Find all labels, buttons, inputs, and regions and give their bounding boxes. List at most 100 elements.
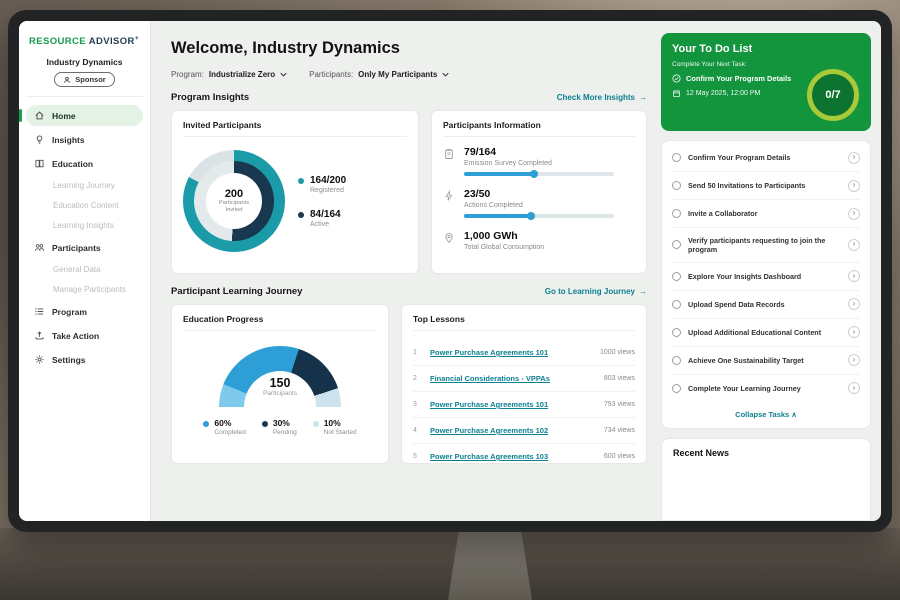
task-label: Achieve One Sustainability Target bbox=[688, 356, 841, 365]
consumption-row: 1,000 GWh Total Global Consumption bbox=[443, 230, 635, 256]
legend-value: 10% bbox=[324, 418, 357, 428]
info-label: Actions Completed bbox=[464, 202, 614, 209]
link-label: Check More Insights bbox=[557, 93, 635, 102]
legend-dot-navy bbox=[298, 212, 304, 218]
task-row[interactable]: Confirm Your Program Details › bbox=[672, 144, 860, 172]
sidebar-item-education-content[interactable]: Education Content bbox=[26, 197, 143, 214]
task-checkbox[interactable] bbox=[672, 153, 681, 162]
chevron-right-icon[interactable]: › bbox=[848, 382, 860, 394]
lesson-row: 5 Power Purchase Agreements 103 600 view… bbox=[413, 444, 635, 469]
next-task-row[interactable]: Confirm Your Program Details bbox=[672, 74, 804, 83]
collapse-tasks-link[interactable]: Collapse Tasks ∧ bbox=[672, 402, 860, 422]
todo-progress-ring: 0/7 bbox=[807, 69, 859, 121]
task-row[interactable]: Upload Spend Data Records › bbox=[672, 291, 860, 319]
task-row[interactable]: Verify participants requesting to join t… bbox=[672, 228, 860, 263]
todo-task-list: Confirm Your Program Details › Send 50 I… bbox=[661, 140, 871, 429]
sidebar-item-label: Education bbox=[52, 159, 93, 169]
lesson-link[interactable]: Power Purchase Agreements 101 bbox=[430, 348, 591, 357]
info-value: 79/164 bbox=[464, 146, 614, 158]
sidebar-item-program[interactable]: Program bbox=[26, 301, 143, 322]
card-title: Top Lessons bbox=[413, 314, 635, 331]
task-checkbox[interactable] bbox=[672, 384, 681, 393]
todo-subtitle: Complete Your Next Task: bbox=[672, 61, 860, 68]
sidebar-item-learning-journey[interactable]: Learning Journey bbox=[26, 177, 143, 194]
arrow-right-icon: → bbox=[639, 287, 647, 296]
legend-value: 30% bbox=[273, 418, 297, 428]
task-label: Send 50 Invitations to Participants bbox=[688, 181, 841, 190]
chevron-down-icon bbox=[280, 70, 287, 79]
task-checkbox[interactable] bbox=[672, 356, 681, 365]
lesson-row: 4 Power Purchase Agreements 102 734 view… bbox=[413, 418, 635, 444]
task-checkbox[interactable] bbox=[672, 181, 681, 190]
page-title: Welcome, Industry Dynamics bbox=[171, 39, 647, 58]
info-label: Total Global Consumption bbox=[464, 244, 544, 251]
monitor-frame: RESOURCE ADVISOR+ Industry Dynamics Spon… bbox=[8, 10, 892, 532]
lightbulb-icon bbox=[34, 134, 45, 145]
sidebar-item-label: Insights bbox=[52, 135, 85, 145]
task-label: Verify participants requesting to join t… bbox=[688, 236, 841, 255]
sidebar-item-learning-insights[interactable]: Learning Insights bbox=[26, 217, 143, 234]
go-to-learning-journey-link[interactable]: Go to Learning Journey → bbox=[545, 287, 647, 296]
chevron-right-icon[interactable]: › bbox=[848, 180, 860, 192]
lesson-link[interactable]: Financial Considerations - VPPAs bbox=[430, 374, 595, 383]
chevron-right-icon[interactable]: › bbox=[848, 208, 860, 220]
chevron-right-icon[interactable]: › bbox=[848, 298, 860, 310]
app-logo: RESOURCE ADVISOR+ bbox=[29, 35, 143, 47]
sidebar-item-manage-participants[interactable]: Manage Participants bbox=[26, 281, 143, 298]
task-label: Invite a Collaborator bbox=[688, 209, 841, 218]
donut-legend: 164/200 Registered 84/164 Active bbox=[298, 175, 346, 228]
people-icon bbox=[34, 242, 45, 253]
due-date-row: 12 May 2025, 12:00 PM bbox=[672, 89, 804, 98]
task-checkbox[interactable] bbox=[672, 240, 681, 249]
gauge-legend: 60% Completed 30% Pending bbox=[203, 418, 356, 436]
chevron-right-icon[interactable]: › bbox=[848, 270, 860, 282]
lesson-views: 793 views bbox=[604, 401, 635, 408]
invited-donut-chart: 200 Participants Invited bbox=[183, 150, 285, 252]
sidebar-item-label: Participants bbox=[52, 243, 101, 253]
task-checkbox[interactable] bbox=[672, 209, 681, 218]
lesson-views: 803 views bbox=[604, 375, 635, 382]
participants-dropdown[interactable]: Participants: Only My Participants bbox=[309, 70, 449, 79]
task-checkbox[interactable] bbox=[672, 272, 681, 281]
task-row[interactable]: Achieve One Sustainability Target › bbox=[672, 347, 860, 375]
sidebar-item-general-data[interactable]: General Data bbox=[26, 261, 143, 278]
logo-plus: + bbox=[135, 35, 139, 42]
sidebar-nav: Home Insights Education Learning Journey… bbox=[26, 96, 143, 370]
sidebar-item-label: Take Action bbox=[52, 331, 99, 341]
legend-dot-navy bbox=[262, 421, 268, 427]
task-row[interactable]: Invite a Collaborator › bbox=[672, 200, 860, 228]
learning-journey-header: Participant Learning Journey Go to Learn… bbox=[171, 286, 647, 297]
sidebar-item-participants[interactable]: Participants bbox=[26, 237, 143, 258]
todo-title: Your To Do List bbox=[672, 43, 860, 55]
chevron-right-icon[interactable]: › bbox=[848, 152, 860, 164]
link-label: Go to Learning Journey bbox=[545, 287, 635, 296]
chevron-right-icon[interactable]: › bbox=[848, 239, 860, 251]
task-checkbox[interactable] bbox=[672, 300, 681, 309]
check-more-insights-link[interactable]: Check More Insights → bbox=[557, 93, 647, 102]
lesson-row: 3 Power Purchase Agreements 101 793 view… bbox=[413, 392, 635, 418]
sidebar-item-insights[interactable]: Insights bbox=[26, 129, 143, 150]
task-row[interactable]: Upload Additional Educational Content › bbox=[672, 319, 860, 347]
task-row[interactable]: Explore Your Insights Dashboard › bbox=[672, 263, 860, 291]
task-row[interactable]: Send 50 Invitations to Participants › bbox=[672, 172, 860, 200]
sponsor-badge[interactable]: Sponsor bbox=[54, 72, 114, 87]
sidebar-item-home[interactable]: Home bbox=[26, 105, 143, 126]
lesson-link[interactable]: Power Purchase Agreements 103 bbox=[430, 452, 595, 461]
lesson-link[interactable]: Power Purchase Agreements 101 bbox=[430, 400, 595, 409]
sidebar-item-education[interactable]: Education bbox=[26, 153, 143, 174]
invited-participants-card: Invited Participants 200 Participants In… bbox=[171, 110, 419, 274]
program-dropdown[interactable]: Program: Industrialize Zero bbox=[171, 70, 287, 79]
sidebar-item-settings[interactable]: Settings bbox=[26, 349, 143, 370]
info-label: Emission Survey Completed bbox=[464, 160, 614, 167]
section-title: Participant Learning Journey bbox=[171, 286, 302, 297]
task-checkbox[interactable] bbox=[672, 328, 681, 337]
next-task-label: Confirm Your Program Details bbox=[686, 74, 791, 83]
emission-survey-progress bbox=[464, 172, 614, 176]
chevron-right-icon[interactable]: › bbox=[848, 326, 860, 338]
sidebar-item-take-action[interactable]: Take Action bbox=[26, 325, 143, 346]
lightning-icon bbox=[443, 190, 455, 202]
legend-not-started: 10% Not Started bbox=[313, 418, 357, 436]
chevron-right-icon[interactable]: › bbox=[848, 354, 860, 366]
task-row[interactable]: Complete Your Learning Journey › bbox=[672, 375, 860, 402]
lesson-link[interactable]: Power Purchase Agreements 102 bbox=[430, 426, 595, 435]
